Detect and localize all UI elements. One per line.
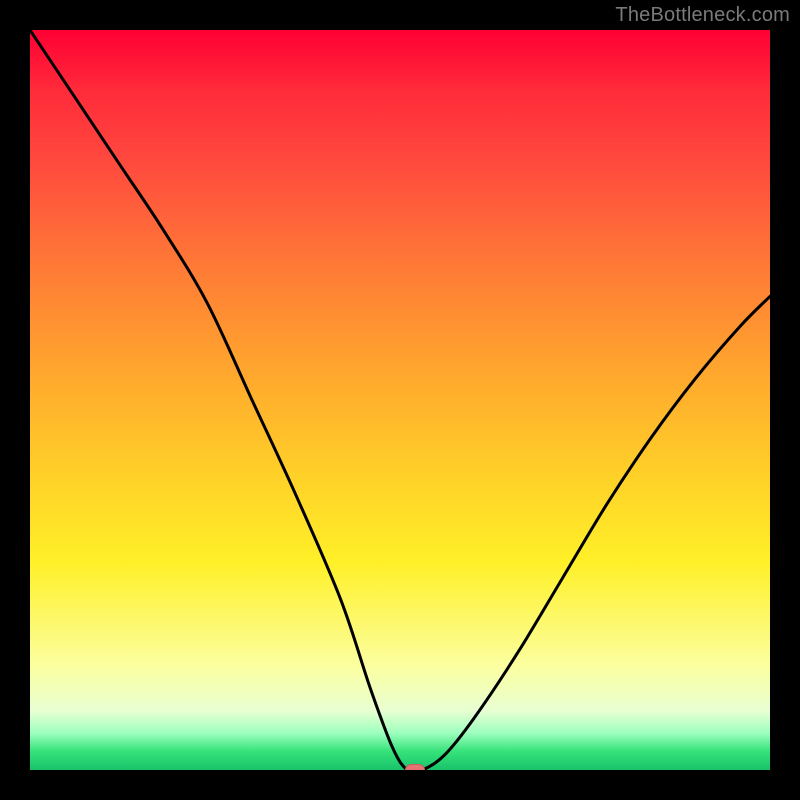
bottleneck-curve — [30, 30, 770, 770]
optimal-marker — [405, 764, 425, 770]
watermark-text: TheBottleneck.com — [615, 4, 790, 27]
plot-area — [30, 30, 770, 770]
chart-frame: TheBottleneck.com — [0, 0, 800, 800]
